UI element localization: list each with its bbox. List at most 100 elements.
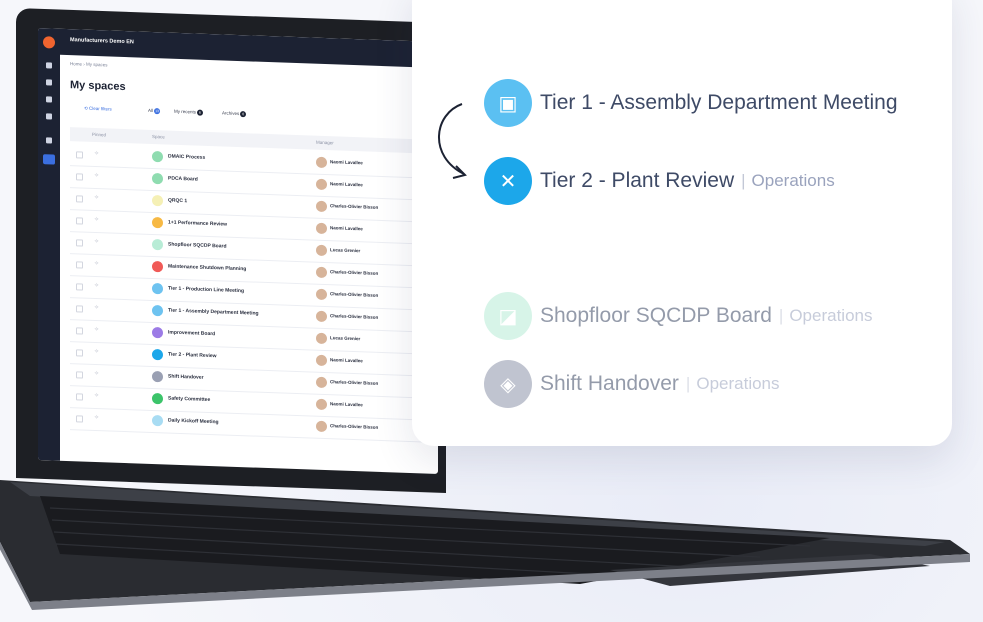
manager-name: Charles-Olivier Bisson <box>330 269 379 276</box>
avatar <box>316 156 327 169</box>
breadcrumb: Home › My spaces <box>70 61 108 68</box>
space-name[interactable]: Shift Handover <box>168 374 204 381</box>
row-checkbox[interactable] <box>76 393 83 401</box>
tab-recents[interactable]: My recents 6 <box>174 109 204 116</box>
app-logo[interactable] <box>43 36 55 49</box>
space-name[interactable]: Daily Kickoff Meeting <box>168 418 219 426</box>
row-checkbox[interactable] <box>76 327 83 335</box>
breadcrumb-home[interactable]: Home <box>70 61 82 66</box>
tab-all[interactable]: All 13 <box>148 108 161 115</box>
row-checkbox[interactable] <box>76 283 83 291</box>
manager-name: Lucas Grenier <box>330 247 361 254</box>
row-checkbox[interactable] <box>76 173 83 181</box>
row-checkbox[interactable] <box>76 305 83 313</box>
pin-icon[interactable]: ✧ <box>94 370 99 377</box>
nav-rail <box>38 28 60 461</box>
space-icon <box>152 370 163 383</box>
nav-home-icon[interactable] <box>46 62 52 69</box>
column-pinned[interactable]: Pinned <box>92 132 106 137</box>
pin-icon[interactable]: ✧ <box>94 216 99 223</box>
tab-archives[interactable]: Archives 0 <box>222 110 247 118</box>
pin-icon[interactable]: ✧ <box>94 282 99 289</box>
manager-name: Naomi Lavallee <box>330 225 363 232</box>
breadcrumb-current: My spaces <box>86 61 108 68</box>
manager-name: Naomi Lavallee <box>330 357 363 364</box>
manager-name: Charles-Olivier Bisson <box>330 379 379 386</box>
nav-item-icon[interactable] <box>46 113 52 120</box>
pin-icon[interactable]: ✧ <box>94 150 99 157</box>
nav-item-icon[interactable] <box>46 137 52 144</box>
avatar <box>316 200 327 213</box>
card-space-item[interactable]: ◪ Shopfloor SQCDP Board | Operations <box>484 292 873 340</box>
filter-bar: ⟲ Clear filters All 13 My recents 6 Archiv… <box>70 105 438 130</box>
nav-spaces-icon[interactable] <box>43 154 55 165</box>
pin-icon[interactable]: ✧ <box>94 348 99 355</box>
avatar <box>316 376 327 389</box>
space-name[interactable]: PDCA Board <box>168 176 198 183</box>
card-space-category: Operations <box>696 374 780 393</box>
avatar <box>316 420 327 433</box>
pin-icon[interactable]: ✧ <box>94 172 99 179</box>
manager-name: Charles-Olivier Bisson <box>330 313 379 320</box>
card-space-item[interactable]: ◈ Shift Handover | Operations <box>484 360 780 408</box>
space-name[interactable]: 1+1 Performance Review <box>168 220 227 228</box>
space-name[interactable]: Tier 1 - Production Line Meeting <box>168 286 244 295</box>
separator: | <box>685 374 691 393</box>
space-name[interactable]: Tier 2 - Plant Review <box>168 352 217 360</box>
manager-name: Naomi Lavallee <box>330 181 363 188</box>
pin-icon[interactable]: ✧ <box>94 260 99 267</box>
manager-name: Naomi Lavallee <box>330 401 363 408</box>
manager-name: Lucas Grenier <box>330 335 361 342</box>
curved-arrow-icon <box>438 103 467 179</box>
space-name[interactable]: QRQC 1 <box>168 198 187 205</box>
row-checkbox[interactable] <box>76 151 83 159</box>
separator: | <box>778 306 784 325</box>
row-checkbox[interactable] <box>76 349 83 357</box>
tab-all-count: 13 <box>154 108 161 115</box>
column-space[interactable]: Space <box>152 134 165 139</box>
space-name[interactable]: Safety Committee <box>168 396 210 403</box>
row-checkbox[interactable] <box>76 261 83 269</box>
tab-recents-count: 6 <box>197 109 204 116</box>
nav-item-icon[interactable] <box>46 96 52 103</box>
row-checkbox[interactable] <box>76 239 83 247</box>
laptop-keyboard-base <box>0 480 970 610</box>
space-icon <box>152 304 163 317</box>
avatar <box>316 266 327 279</box>
card-space-title: Tier 2 - Plant Review <box>540 169 735 192</box>
card-space-title: Shift Handover <box>540 372 679 395</box>
pin-icon[interactable]: ✧ <box>94 414 99 421</box>
space-icon <box>152 392 163 405</box>
presentation-icon: ◪ <box>484 292 532 340</box>
avatar <box>316 288 327 301</box>
row-checkbox[interactable] <box>76 217 83 225</box>
space-icon <box>152 414 163 427</box>
space-name[interactable]: Maintenance Shutdown Planning <box>168 264 246 273</box>
separator: | <box>741 171 746 190</box>
pin-icon[interactable]: ✧ <box>94 326 99 333</box>
row-checkbox[interactable] <box>76 195 83 203</box>
card-space-item[interactable]: ▣ Tier 1 - Assembly Department Meeting <box>484 79 898 127</box>
card-space-category: Operations <box>751 171 835 190</box>
space-icon <box>152 348 163 361</box>
space-name[interactable]: Tier 1 - Assembly Department Meeting <box>168 308 259 317</box>
row-checkbox[interactable] <box>76 371 83 379</box>
space-name[interactable]: Shopfloor SQCDP Board <box>168 242 227 250</box>
space-name[interactable]: Improvement Board <box>168 330 215 338</box>
pin-icon[interactable]: ✧ <box>94 392 99 399</box>
pin-icon[interactable]: ✧ <box>94 238 99 245</box>
avatar <box>316 354 327 367</box>
pin-icon[interactable]: ✧ <box>94 304 99 311</box>
card-space-item[interactable]: ✕ Tier 2 - Plant Review | Operations <box>484 157 835 205</box>
row-checkbox[interactable] <box>76 415 83 423</box>
column-manager[interactable]: Manager <box>316 140 334 146</box>
pin-icon[interactable]: ✧ <box>94 194 99 201</box>
space-icon <box>152 326 163 339</box>
space-name[interactable]: DMAIC Process <box>168 154 205 161</box>
space-icon <box>152 150 163 163</box>
nav-item-icon[interactable] <box>46 79 52 86</box>
manager-name: Charles-Olivier Bisson <box>330 423 379 430</box>
clear-filters-button[interactable]: ⟲ Clear filters <box>84 106 112 113</box>
avatar <box>316 178 327 191</box>
space-icon <box>152 260 163 273</box>
